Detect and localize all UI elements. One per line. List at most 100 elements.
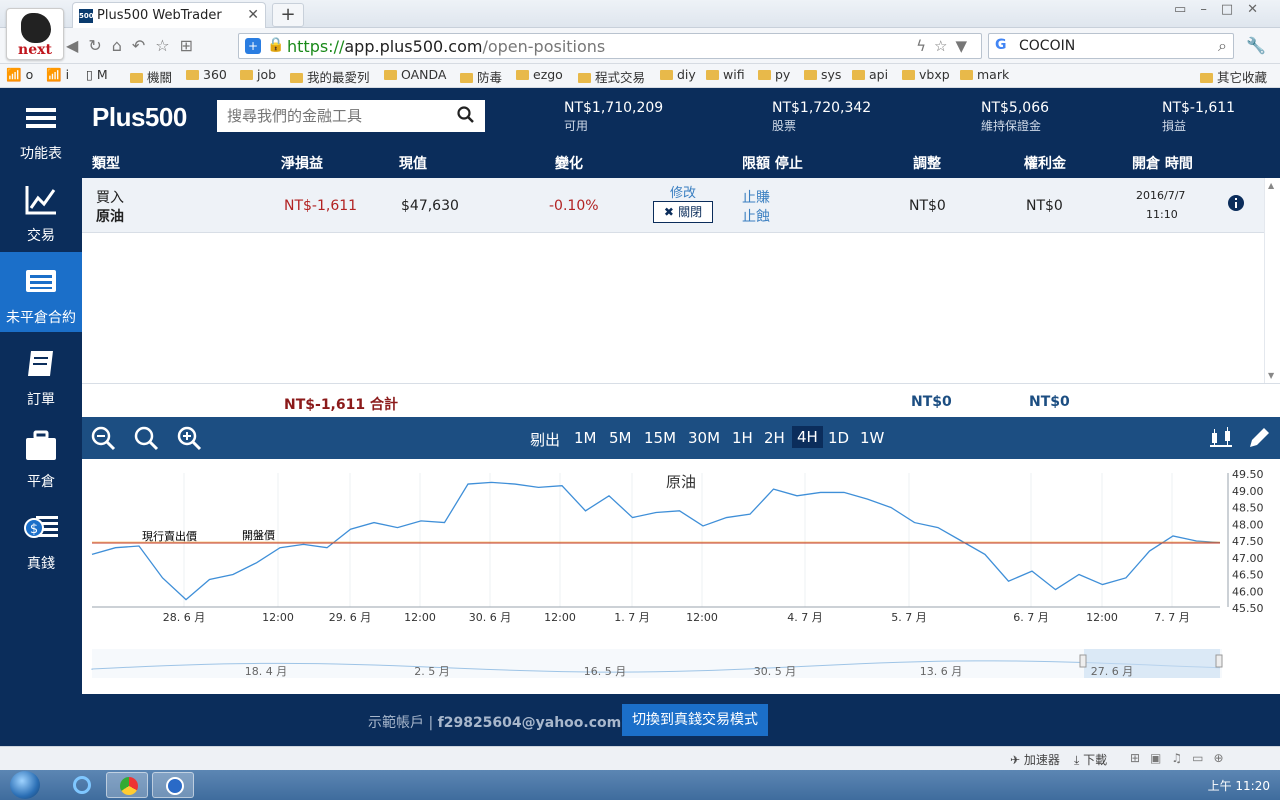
- table-scrollbar[interactable]: ▲ ▼: [1264, 178, 1280, 383]
- col-limit-stop[interactable]: 限額 停止: [742, 153, 803, 173]
- timeframe-1m[interactable]: 1M: [574, 429, 597, 447]
- bookmark-folder[interactable]: OANDA: [384, 67, 446, 82]
- col-net-pnl[interactable]: 淨損益: [281, 153, 323, 173]
- url-bar[interactable]: + 🔒 https://app.plus500.com/open-positio…: [238, 33, 982, 59]
- lightning-icon[interactable]: ϟ: [916, 37, 934, 55]
- position-change: -0.10%: [549, 198, 599, 214]
- download-button[interactable]: ⤓ 下載: [1074, 751, 1107, 768]
- browser-taskbar-icon[interactable]: [152, 772, 194, 798]
- bookmark-item[interactable]: 📶 o: [6, 67, 33, 83]
- col-adjustment[interactable]: 調整: [913, 153, 941, 173]
- star-icon[interactable]: ☆: [934, 37, 955, 55]
- bookmark-folder[interactable]: vbxp: [902, 67, 950, 82]
- browser-logo[interactable]: next: [6, 8, 64, 60]
- start-button-icon[interactable]: [10, 771, 40, 799]
- timeframe-1w[interactable]: 1W: [860, 429, 884, 447]
- table-row[interactable]: 買入 原油 NT$-1,611 $47,630 -0.10% 修改 ✖ 關閉 止…: [82, 178, 1264, 233]
- x-tick-label: 12:00: [544, 611, 576, 624]
- timeframe-1d[interactable]: 1D: [828, 429, 849, 447]
- timeframe-tick[interactable]: 剔出: [530, 429, 560, 450]
- bookmark-item[interactable]: 📶 i: [46, 67, 69, 83]
- favorite-icon[interactable]: ☆: [155, 36, 179, 55]
- close-tab-icon[interactable]: ✕: [247, 7, 259, 23]
- edit-link[interactable]: 修改: [670, 182, 696, 201]
- take-profit-link[interactable]: 止賺: [742, 187, 770, 207]
- chrome-taskbar-icon[interactable]: [106, 772, 148, 798]
- accelerator-button[interactable]: ✈ 加速器: [1010, 751, 1060, 768]
- status-tools[interactable]: ⊞▣♫▭⊕: [1130, 751, 1234, 765]
- timeframe-5m[interactable]: 5M: [609, 429, 632, 447]
- col-change[interactable]: 變化: [555, 153, 583, 173]
- timeframe-30m[interactable]: 30M: [688, 429, 720, 447]
- other-bookmarks[interactable]: 其它收藏: [1200, 67, 1267, 86]
- bookmark-folder[interactable]: 防毒: [460, 67, 502, 86]
- sidebar-item-orders[interactable]: 訂單: [0, 334, 82, 414]
- timeframe-2h[interactable]: 2H: [764, 429, 785, 447]
- zoom-out-icon[interactable]: [90, 425, 116, 451]
- col-current-value[interactable]: 現值: [399, 153, 427, 173]
- close-position-button[interactable]: ✖ 關閉: [653, 201, 713, 223]
- url-text[interactable]: https://app.plus500.com/open-positions: [287, 37, 605, 56]
- chart-type-icon[interactable]: [1208, 425, 1234, 451]
- dropdown-icon[interactable]: ▼: [955, 37, 975, 55]
- bookmark-folder[interactable]: api: [852, 67, 888, 82]
- sidebar-item-menu[interactable]: 功能表: [0, 88, 82, 168]
- sidebar-item-real-money[interactable]: $ 真錢: [0, 498, 82, 578]
- undo-icon[interactable]: ↶: [132, 36, 155, 55]
- home-icon[interactable]: ⌂: [112, 36, 132, 55]
- search-icon[interactable]: ⌕: [1218, 36, 1227, 56]
- bookmark-folder[interactable]: job: [240, 67, 276, 82]
- browser-search-input[interactable]: COCOIN: [1019, 38, 1075, 54]
- extensions-icon[interactable]: 🔧: [1246, 36, 1266, 55]
- col-premium[interactable]: 權利金: [1024, 153, 1066, 173]
- info-icon[interactable]: [1228, 195, 1244, 211]
- pencil-draw-icon[interactable]: [1246, 425, 1272, 451]
- browser-search-box[interactable]: G COCOIN ⌕: [988, 33, 1234, 59]
- search-icon[interactable]: [457, 106, 475, 124]
- scroll-down-icon[interactable]: ▼: [1268, 371, 1274, 380]
- plus500-logo[interactable]: Plus500: [92, 102, 187, 133]
- sidebar-item-closed[interactable]: 平倉: [0, 416, 82, 496]
- switch-real-mode-button[interactable]: 切換到真錢交易模式: [622, 704, 768, 736]
- timeframe-1h[interactable]: 1H: [732, 429, 753, 447]
- window-controls[interactable]: ▭–□✕: [1174, 2, 1272, 17]
- price-chart-svg[interactable]: 49.50 49.00 48.50 48.00 47.50 47.00 46.50 46.00…: [82, 459, 1280, 694]
- refresh-icon[interactable]: ↻: [88, 36, 111, 55]
- stop-loss-link[interactable]: 止蝕: [742, 206, 770, 226]
- apps-grid-icon[interactable]: ⊞: [180, 36, 203, 55]
- browser-tab[interactable]: 500 Plus500 WebTrader ✕: [72, 2, 266, 28]
- bookmark-folder[interactable]: 360: [186, 67, 227, 82]
- sidebar-item-label: 真錢: [27, 556, 55, 572]
- bookmark-folder[interactable]: ezgo: [516, 67, 563, 82]
- bookmark-folder[interactable]: wifi: [706, 67, 745, 82]
- bookmark-item[interactable]: ▯ M: [86, 67, 108, 82]
- timeframe-15m[interactable]: 15M: [644, 429, 676, 447]
- bookmark-folder[interactable]: 我的最愛列: [290, 67, 370, 86]
- sidebar-item-trade[interactable]: 交易: [0, 170, 82, 250]
- instrument-search-input[interactable]: [217, 100, 453, 132]
- zoom-reset-icon[interactable]: [133, 425, 159, 451]
- back-icon[interactable]: ◀: [66, 36, 88, 55]
- position-instrument[interactable]: 原油: [96, 206, 124, 226]
- col-open-time[interactable]: 開倉 時間: [1132, 153, 1193, 173]
- instrument-search[interactable]: [217, 100, 485, 132]
- bookmark-folder[interactable]: py: [758, 67, 790, 82]
- bookmark-folder[interactable]: mark: [960, 67, 1009, 82]
- url-actions[interactable]: ϟ☆▼: [916, 37, 975, 55]
- ie-taskbar-icon[interactable]: [60, 772, 102, 798]
- bookmark-folder[interactable]: diy: [660, 67, 696, 82]
- nav-buttons[interactable]: ◀↻⌂↶☆⊞: [66, 36, 203, 55]
- annotation-open: 開盤價: [242, 528, 275, 542]
- system-clock[interactable]: 上午 11:20: [1208, 777, 1270, 794]
- scroll-up-icon[interactable]: ▲: [1268, 181, 1274, 190]
- timeframe-4h[interactable]: 4H: [792, 426, 823, 448]
- new-tab-button[interactable]: +: [272, 3, 304, 27]
- price-chart[interactable]: 49.50 49.00 48.50 48.00 47.50 47.00 46.50 46.00…: [82, 459, 1280, 694]
- zoom-in-icon[interactable]: [176, 425, 202, 451]
- bookmark-folder[interactable]: sys: [804, 67, 841, 82]
- y-tick-label: 47.50: [1232, 535, 1264, 548]
- col-type[interactable]: 類型: [92, 153, 120, 173]
- sidebar-item-open-positions[interactable]: 未平倉合約: [0, 252, 82, 332]
- bookmark-folder[interactable]: 程式交易: [578, 67, 645, 86]
- bookmark-folder[interactable]: 機關: [130, 67, 172, 86]
